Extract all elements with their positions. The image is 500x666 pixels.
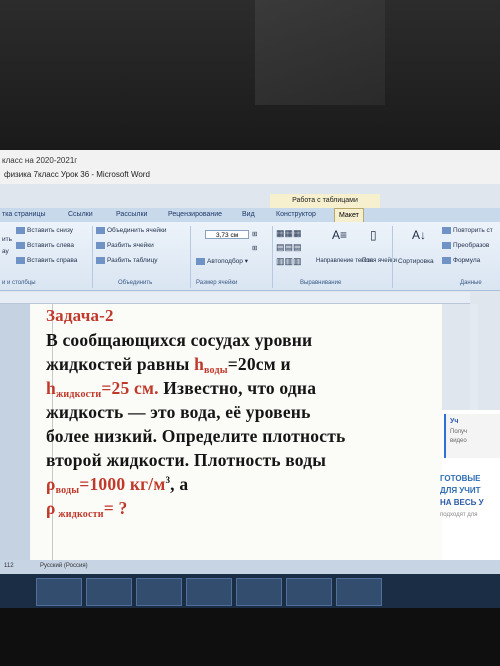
table-tools-context-tab: Работа с таблицами [270, 194, 380, 208]
ad-headline-3[interactable]: НА ВЕСЬ У [440, 498, 484, 507]
split-cells-icon [96, 242, 105, 249]
group-data: Данные [460, 280, 482, 286]
cell-margins-icon[interactable]: ▯ [370, 228, 377, 242]
taskbar [0, 574, 500, 608]
tab-mailings[interactable]: Рассылки [116, 208, 147, 222]
insert-right-icon [16, 257, 25, 264]
problem-line-6: второй жидкости. Плотность воды [46, 450, 327, 470]
background-wall [0, 0, 500, 150]
tab-view[interactable]: Вид [242, 208, 255, 222]
formula-icon [442, 257, 451, 264]
problem-line-5: более низкий. Определите плотность [46, 426, 346, 446]
monitor-bezel [0, 608, 500, 666]
vertical-scrollbar[interactable] [470, 304, 478, 414]
tab-layout[interactable]: Макет [334, 208, 364, 223]
align-grid-icon[interactable]: ▦▦▦ [276, 228, 302, 239]
convert-icon [442, 242, 451, 249]
problem-line-3: hжидкости=25 см. Известно, что одна [46, 378, 317, 400]
text-direction-icon[interactable]: A≡ [332, 228, 347, 242]
distribute-cols-icon[interactable]: ⊞ [252, 244, 257, 252]
taskbar-app[interactable] [186, 578, 232, 606]
cell-height-input[interactable]: 3,73 см [205, 230, 249, 239]
autofit-icon [196, 257, 205, 265]
insert-below-button[interactable]: Вставить снизу [16, 227, 73, 234]
split-cells-button[interactable]: Разбить ячейки [96, 242, 154, 249]
sort-button[interactable]: Сортировка [398, 258, 434, 265]
status-language[interactable]: Русский (Россия) [40, 563, 88, 569]
tab-page-layout[interactable]: тка страницы [2, 208, 46, 222]
ad-card[interactable]: Уч Получ видео [444, 414, 500, 458]
word-window: класс на 2020-2021г физика 7класс Урок 3… [0, 150, 500, 608]
problem-line-1: В сообщающихся сосудах уровни [46, 330, 313, 350]
taskbar-app[interactable] [86, 578, 132, 606]
ribbon-separator [190, 226, 191, 288]
insert-below-icon [16, 227, 25, 234]
merge-cells-icon [96, 227, 105, 234]
ribbon-separator [392, 226, 393, 288]
group-alignment: Выравнивание [300, 280, 342, 286]
tab-references[interactable]: Ссылки [68, 208, 93, 222]
title-bar: класс на 2020-2021г физика 7класс Урок 3… [0, 150, 500, 184]
align-grid-icon[interactable]: ▥▥▥ [276, 256, 302, 267]
ribbon: ить ау Вставить снизу Вставить слева Вст… [0, 222, 500, 291]
autofit-button[interactable]: Автоподбор ▾ [196, 257, 248, 265]
align-grid-icon[interactable]: ▤▤▤ [276, 242, 302, 253]
document-title: физика 7класс Урок 36 - Microsoft Word [4, 170, 150, 179]
taskbar-app[interactable] [236, 578, 282, 606]
status-bar: 112 Русский (Россия) [0, 560, 500, 574]
ad-headline-2[interactable]: ДЛЯ УЧИТ [440, 486, 481, 495]
ribbon-separator [92, 226, 93, 288]
horizontal-ruler[interactable] [0, 292, 470, 304]
left-margin-area [0, 304, 30, 560]
problem-line-8: ρ жидкости= ? [46, 498, 128, 520]
problem-line-4: жидкость — это вода, её уровень [46, 402, 311, 422]
ay-label[interactable]: ау [2, 248, 9, 255]
ribbon-tabs: тка страницы Ссылки Рассылки Рецензирова… [0, 208, 500, 223]
ad-headline-1[interactable]: ГОТОВЫЕ [440, 474, 481, 483]
ribbon-separator [272, 226, 273, 288]
convert-button[interactable]: Преобразов [442, 242, 489, 249]
previous-window-title: класс на 2020-2021г [2, 156, 78, 165]
repeat-header-icon [442, 227, 451, 234]
group-rows-cols: и и столбцы [2, 280, 36, 286]
insert-right-button[interactable]: Вставить справа [16, 257, 77, 264]
taskbar-app[interactable] [336, 578, 382, 606]
tab-review[interactable]: Рецензирование [168, 208, 222, 222]
sort-icon[interactable]: A↓ [412, 228, 426, 242]
taskbar-app[interactable] [286, 578, 332, 606]
formula-button[interactable]: Формула [442, 257, 480, 264]
group-cell-size: Размер ячейки [196, 280, 238, 286]
background-paper [255, 0, 385, 105]
insert-left-button[interactable]: Вставить слева [16, 242, 74, 249]
split-table-icon [96, 257, 105, 264]
ad-small-text: подходят для [440, 512, 478, 518]
repeat-header-button[interactable]: Повторить ст [442, 227, 493, 234]
task-heading: Задача-2 [46, 306, 114, 325]
problem-line-2: жидкостей равны hводы=20см и [46, 354, 291, 376]
distribute-rows-icon[interactable]: ⊞ [252, 230, 257, 238]
merge-cells-button[interactable]: Объединить ячейки [96, 227, 167, 234]
delete-label[interactable]: ить [2, 236, 12, 243]
split-table-button[interactable]: Разбить таблицу [96, 257, 157, 264]
taskbar-app[interactable] [136, 578, 182, 606]
insert-left-icon [16, 242, 25, 249]
tab-design[interactable]: Конструктор [276, 208, 316, 222]
group-merge: Объединить [118, 280, 153, 286]
status-page: 112 [4, 563, 14, 569]
taskbar-app[interactable] [36, 578, 82, 606]
problem-line-7: ρводы=1000 кг/м3, а [46, 474, 189, 496]
